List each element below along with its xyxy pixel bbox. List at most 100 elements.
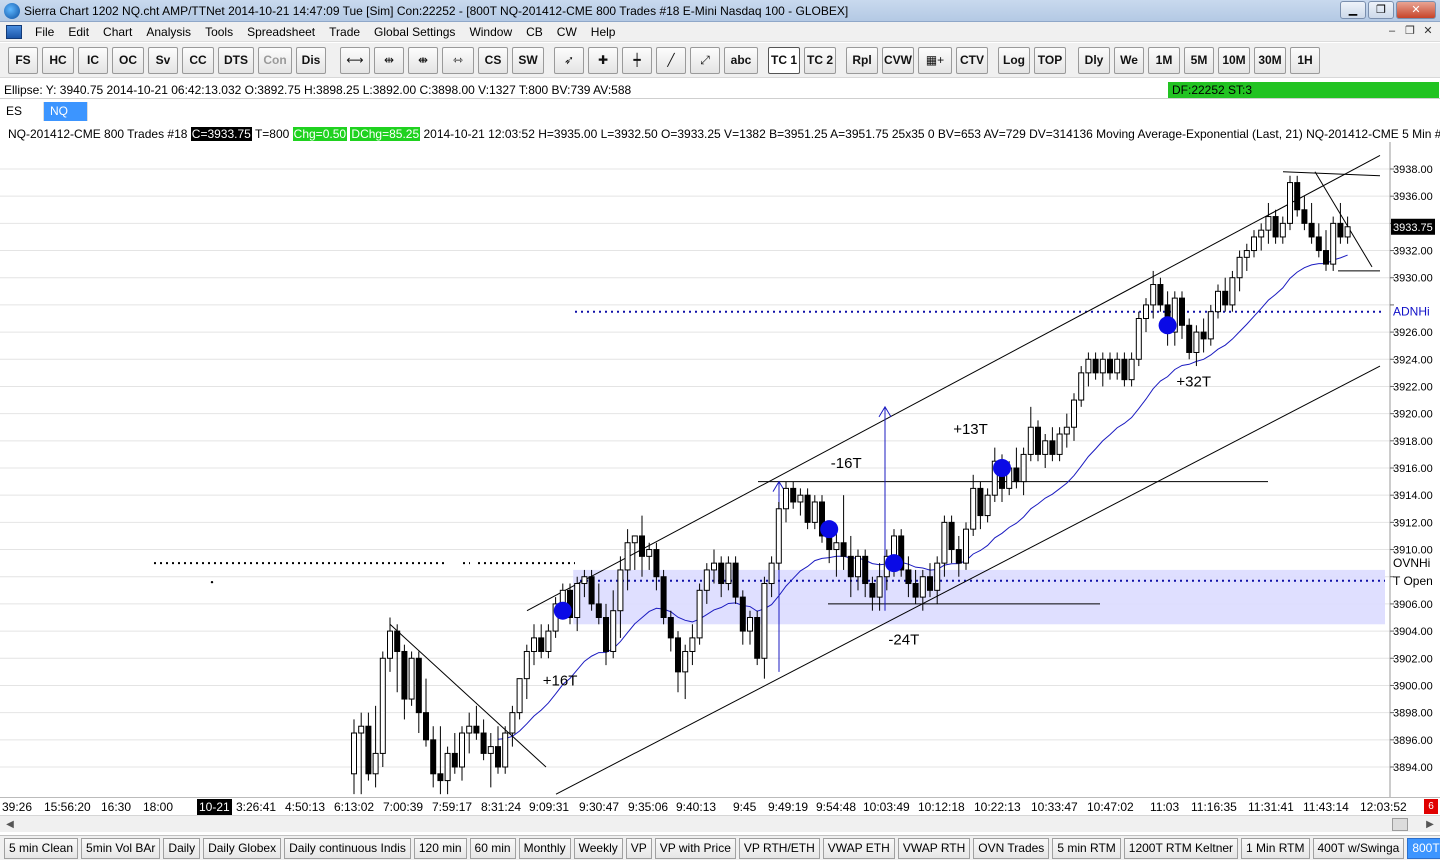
toolbar-cs-button[interactable]: CS xyxy=(478,47,508,74)
chartbook-tab-daily-globex[interactable]: Daily Globex xyxy=(203,838,282,859)
bar-spacing-button[interactable]: ⇹ xyxy=(374,47,404,74)
toolbar-top-button[interactable]: TOP xyxy=(1034,47,1066,74)
toolbar-we-button[interactable]: We xyxy=(1114,47,1144,74)
chartbook-tab-vp-with-price[interactable]: VP with Price xyxy=(654,838,736,859)
price-tick-label: 3918.00 xyxy=(1393,436,1433,448)
price-tick-label: 3904.00 xyxy=(1393,626,1433,638)
line-button[interactable]: ╱ xyxy=(656,47,686,74)
toolbar-sw-button[interactable]: SW xyxy=(512,47,544,74)
toolbar-abc-button[interactable]: abc xyxy=(724,47,758,74)
chartbook-tab-400t-w-swinga[interactable]: 400T w/Swinga xyxy=(1312,838,1405,859)
chartbook-tab-5min-vol-bar[interactable]: 5min Vol BAr xyxy=(81,838,161,859)
toolbar-tc-1-button[interactable]: TC 1 xyxy=(768,47,800,74)
chartbook-tab-60-min[interactable]: 60 min xyxy=(469,838,516,859)
dom-button[interactable]: ▦+ xyxy=(918,47,952,74)
chartbook-tab-vwap-rth[interactable]: VWAP RTH xyxy=(897,838,971,859)
menu-tools[interactable]: Tools xyxy=(198,22,240,42)
minimize-button[interactable]: ▁ xyxy=(1340,1,1366,19)
menu-analysis[interactable]: Analysis xyxy=(139,22,198,42)
candle-down xyxy=(1200,331,1207,340)
signal-dot xyxy=(993,459,1011,477)
level-label: T Open xyxy=(1393,574,1433,588)
time-tick-label: 10:12:18 xyxy=(918,800,965,814)
toolbar-cvw-button[interactable]: CVW xyxy=(882,47,914,74)
time-tick-label: 3:26:41 xyxy=(236,800,277,814)
chartbook-tab-monthly[interactable]: Monthly xyxy=(518,838,571,859)
toolbar-30m-button[interactable]: 30M xyxy=(1254,47,1286,74)
toolbar-cc-button[interactable]: CC xyxy=(182,47,214,74)
chartbook-tab-daily-continuous-indis[interactable]: Daily continuous Indis xyxy=(284,838,411,859)
chart-background xyxy=(0,142,1440,797)
candle-down xyxy=(905,569,912,585)
toolbar-dts-button[interactable]: DTS xyxy=(218,47,254,74)
toolbar-tc-2-button[interactable]: TC 2 xyxy=(804,47,836,74)
pointer-button[interactable]: ➶ xyxy=(554,47,584,74)
chartbook-tab-daily[interactable]: Daily xyxy=(163,838,201,859)
toolbar-dis-button[interactable]: Dis xyxy=(296,47,326,74)
mdi-restore-button[interactable]: ❐ xyxy=(1402,24,1418,39)
chartbook-tab-5-min-clean[interactable]: 5 min Clean xyxy=(4,838,79,859)
chartbook-tab-120-min[interactable]: 120 min xyxy=(413,838,467,859)
horizontal-scrollbar[interactable]: ◀ ▶ xyxy=(0,815,1440,832)
candle-up xyxy=(1135,318,1142,360)
chartbook-tab-1200t-rtm-keltner[interactable]: 1200T RTM Keltner xyxy=(1123,838,1239,859)
menu-window[interactable]: Window xyxy=(462,22,519,42)
menu-spreadsheet[interactable]: Spreadsheet xyxy=(240,22,322,42)
candle-up xyxy=(581,576,588,585)
chartbook-tab-weekly[interactable]: Weekly xyxy=(573,838,623,859)
tab-nq[interactable]: NQ xyxy=(44,102,88,121)
chartbook-tab-1-min-rtm[interactable]: 1 Min RTM xyxy=(1241,838,1310,859)
menu-file[interactable]: File xyxy=(28,22,61,42)
toolbar-1h-button[interactable]: 1H xyxy=(1290,47,1320,74)
toolbar-dly-button[interactable]: Dly xyxy=(1078,47,1110,74)
maximize-button[interactable]: ❐ xyxy=(1368,1,1394,19)
tab-es[interactable]: ES xyxy=(0,102,44,121)
chartbook-tab-vwap-eth[interactable]: VWAP ETH xyxy=(822,838,895,859)
chartbook-tab-vp[interactable]: VP xyxy=(625,838,652,859)
toolbar-sv-button[interactable]: Sv xyxy=(148,47,178,74)
menu-trade[interactable]: Trade xyxy=(322,22,367,42)
menu-cw[interactable]: CW xyxy=(550,22,584,42)
mdi-close-button[interactable]: ✕ xyxy=(1420,24,1436,39)
toolbar-oc-button[interactable]: OC xyxy=(112,47,144,74)
toolbar-1m-button[interactable]: 1M xyxy=(1148,47,1180,74)
chartbook-tab-ovn-trades[interactable]: OVN Trades xyxy=(973,838,1050,859)
ray-button[interactable]: ⤢ xyxy=(690,47,720,74)
price-tick-label: 3902.00 xyxy=(1393,653,1433,665)
scroll-left-icon[interactable]: ◀ xyxy=(2,817,18,832)
chartbook-tab-800t[interactable]: 800T xyxy=(1407,838,1440,859)
toolbar-10m-button[interactable]: 10M xyxy=(1218,47,1250,74)
scroll-thumb[interactable] xyxy=(1392,818,1408,831)
toolbar-log-button[interactable]: Log xyxy=(998,47,1030,74)
chart-tabs: ES NQ xyxy=(0,102,88,122)
menu-help[interactable]: Help xyxy=(584,22,623,42)
cursor-button[interactable]: ┿ xyxy=(622,47,652,74)
time-tick-label: 9:40:13 xyxy=(676,800,717,814)
menu-chart[interactable]: Chart xyxy=(96,22,139,42)
price-chart[interactable]: +16T -16T +13T +32T -24T 3894.00 3896.00 3898.0… xyxy=(0,142,1440,797)
chartbook-tab-5-min-rtm[interactable]: 5 min RTM xyxy=(1052,838,1121,859)
crosshair-button[interactable]: ✚ xyxy=(588,47,618,74)
candle-up xyxy=(747,617,753,632)
document-icon[interactable] xyxy=(6,24,22,39)
menu-global-settings[interactable]: Global Settings xyxy=(367,22,462,42)
menu-cb[interactable]: CB xyxy=(519,22,550,42)
mdi-minimize-button[interactable]: – xyxy=(1384,24,1400,39)
toolbar-con-button[interactable]: Con xyxy=(258,47,292,74)
scroll-button[interactable]: ⇿ xyxy=(442,47,474,74)
toolbar-hc-button[interactable]: HC xyxy=(42,47,74,74)
measure-button[interactable]: ⟷ xyxy=(340,47,370,74)
chartbook-tab-vp-rth-eth[interactable]: VP RTH/ETH xyxy=(738,838,820,859)
ray-icon: ⤢ xyxy=(700,53,710,67)
toolbar-5m-button[interactable]: 5M xyxy=(1184,47,1214,74)
candle-down xyxy=(394,630,401,652)
toolbar-rpl-button[interactable]: Rpl xyxy=(846,47,878,74)
toolbar-fs-button[interactable]: FS xyxy=(8,47,38,74)
zoom-button[interactable]: ⇼ xyxy=(408,47,438,74)
toolbar-ic-button[interactable]: IC xyxy=(78,47,108,74)
candle-up xyxy=(1078,372,1085,401)
close-button[interactable]: ✕ xyxy=(1396,1,1436,19)
scroll-right-icon[interactable]: ▶ xyxy=(1422,817,1438,832)
menu-edit[interactable]: Edit xyxy=(61,22,96,42)
toolbar-ctv-button[interactable]: CTV xyxy=(956,47,988,74)
